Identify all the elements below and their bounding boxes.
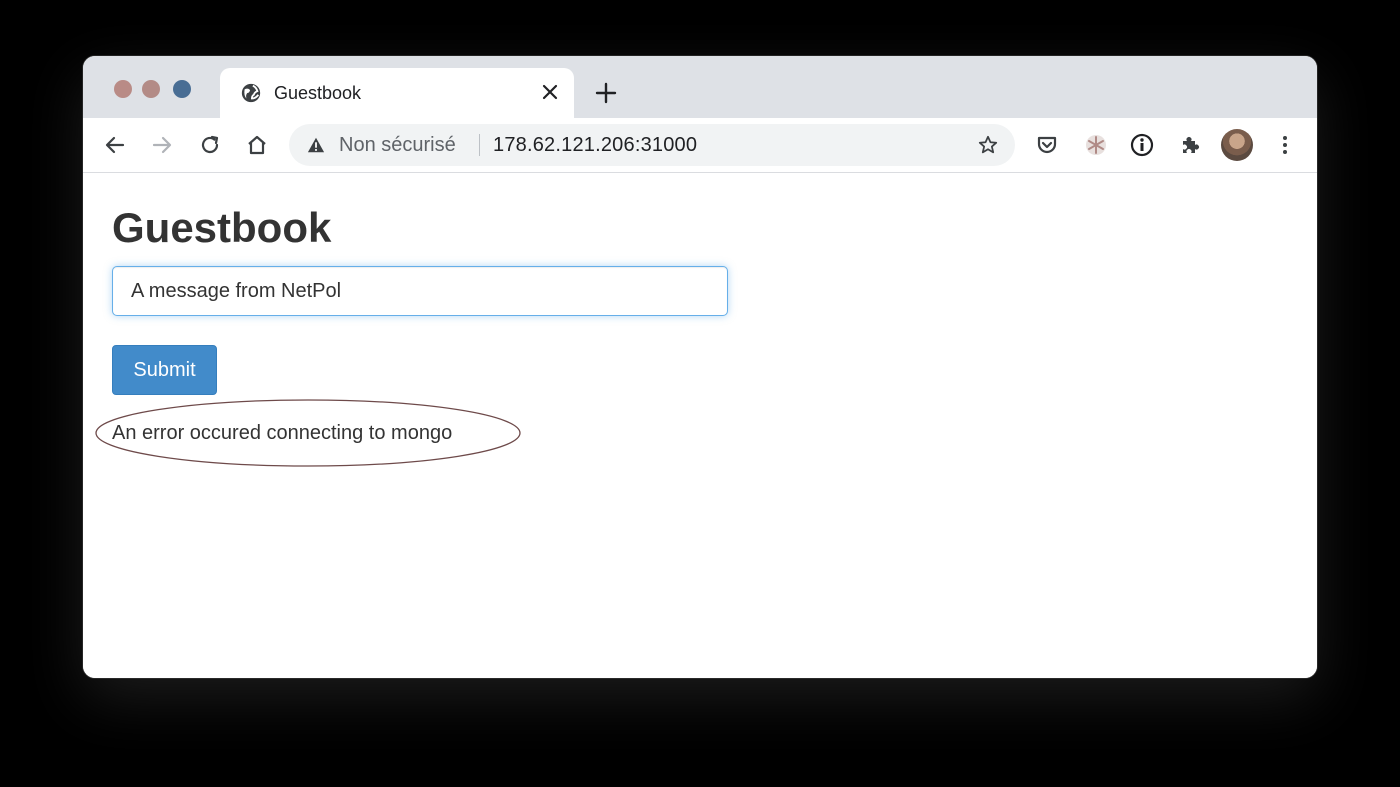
- pocket-icon[interactable]: [1035, 133, 1059, 157]
- reload-icon[interactable]: [198, 133, 222, 157]
- browser-window: Guestbook Non sécurisé 178.62.121.206:31…: [83, 56, 1317, 678]
- address-separator: [479, 134, 480, 156]
- tab-guestbook[interactable]: Guestbook: [220, 68, 574, 118]
- kebab-menu-icon[interactable]: [1273, 133, 1297, 157]
- window-maximize-button[interactable]: [173, 80, 191, 98]
- error-message: An error occured connecting to mongo: [112, 422, 453, 444]
- address-bar[interactable]: Non sécurisé 178.62.121.206:31000: [289, 124, 1015, 166]
- snowflake-icon[interactable]: [1084, 133, 1108, 157]
- arrow-right-icon[interactable]: [150, 133, 174, 157]
- window-close-button[interactable]: [114, 80, 132, 98]
- avatar[interactable]: [1221, 129, 1253, 161]
- page-content: Guestbook Submit An error occured connec…: [83, 173, 1317, 678]
- warning-icon[interactable]: [307, 136, 325, 154]
- window-minimize-button[interactable]: [142, 80, 160, 98]
- browser-toolbar: Non sécurisé 178.62.121.206:31000: [83, 118, 1317, 173]
- tab-strip: Guestbook: [83, 56, 1317, 118]
- submit-button[interactable]: Submit: [112, 345, 217, 395]
- security-label[interactable]: Non sécurisé: [339, 134, 456, 156]
- puzzle-icon[interactable]: [1178, 133, 1202, 157]
- url-text[interactable]: 178.62.121.206:31000: [493, 134, 697, 156]
- globe-icon: [241, 83, 261, 103]
- home-icon[interactable]: [245, 133, 269, 157]
- page-title: Guestbook: [112, 204, 332, 251]
- tab-title: Guestbook: [274, 83, 362, 103]
- new-tab-plus-icon[interactable]: [593, 80, 619, 106]
- star-icon[interactable]: [977, 134, 999, 156]
- close-icon[interactable]: [540, 82, 560, 102]
- arrow-left-icon[interactable]: [103, 133, 127, 157]
- info-circle-icon[interactable]: [1130, 133, 1154, 157]
- message-input[interactable]: [112, 266, 728, 316]
